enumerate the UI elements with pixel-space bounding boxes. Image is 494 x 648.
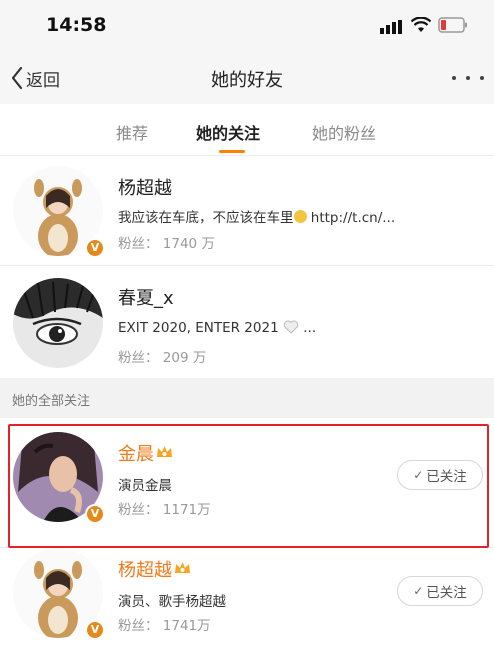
followed-label: 已关注 (426, 469, 467, 485)
friend-row[interactable]: 春夏_x EXIT 2020, ENTER 2021 ... 粉丝： 209 万 (0, 266, 494, 378)
emoji-icon (293, 210, 307, 223)
screen: 14:58 返回 她的好友 推荐 她的关注 她的粉丝 V 杨超越 我应该在车底，… (0, 0, 494, 648)
user-name[interactable]: 杨超越 (118, 556, 191, 582)
check-icon: ✓ (413, 468, 424, 482)
user-description: 演员、歌手杨超越 (118, 594, 226, 610)
following-row[interactable]: V 杨超越 演员、歌手杨超越 粉丝： 1741万 ✓ 已关注 (0, 548, 494, 648)
tab-recommended[interactable]: 推荐 (116, 120, 148, 144)
section-label: 她的全部关注 (12, 394, 91, 409)
user-name[interactable]: 杨超越 (118, 174, 172, 200)
active-tab-indicator (219, 150, 245, 153)
nav-bar: 返回 她的好友 (0, 52, 494, 104)
vip-crown-icon (157, 446, 172, 457)
status-time: 14:58 (46, 14, 107, 36)
friend-row[interactable]: V 杨超越 我应该在车底，不应该在车里 http://t.cn/... 粉丝： … (0, 156, 494, 266)
avatar[interactable]: V (13, 166, 105, 258)
user-description: 我应该在车底，不应该在车里 http://t.cn/... (118, 210, 396, 226)
section-header: 她的全部关注 (0, 378, 494, 418)
user-name[interactable]: 金晨 (118, 440, 173, 466)
followed-button[interactable]: ✓ 已关注 (397, 576, 483, 606)
wifi-icon (411, 17, 431, 32)
followed-button[interactable]: ✓ 已关注 (397, 460, 483, 490)
signal-icon (380, 20, 402, 34)
status-bar: 14:58 (0, 0, 494, 52)
fans-count: 粉丝： 1740 万 (118, 236, 215, 252)
check-icon: ✓ (413, 584, 424, 598)
tab-her-fans[interactable]: 她的粉丝 (312, 120, 376, 144)
user-description: 演员金晨 (118, 478, 172, 494)
avatar[interactable]: V (13, 432, 105, 524)
page-title: 她的好友 (211, 70, 283, 91)
battery-icon (438, 17, 467, 33)
user-description: EXIT 2020, ENTER 2021 ... (118, 320, 317, 336)
fans-count: 粉丝： 1171万 (118, 502, 211, 518)
avatar[interactable]: V (13, 548, 105, 640)
white-heart-icon (283, 320, 299, 334)
verified-v-icon: V (85, 620, 105, 640)
vip-crown-icon (175, 562, 190, 573)
following-row[interactable]: V 金晨 演员金晨 粉丝： 1171万 ✓ 已关注 (0, 418, 494, 548)
tab-her-following[interactable]: 她的关注 (196, 120, 260, 144)
avatar[interactable] (13, 278, 103, 368)
tab-bar: 推荐 她的关注 她的粉丝 (0, 104, 494, 156)
user-name[interactable]: 春夏_x (118, 284, 174, 310)
followed-label: 已关注 (426, 585, 467, 601)
fans-count: 粉丝： 209 万 (118, 350, 207, 366)
verified-v-icon: V (85, 238, 105, 258)
fans-count: 粉丝： 1741万 (118, 618, 211, 634)
verified-v-icon: V (85, 504, 105, 524)
more-dots-icon[interactable] (452, 74, 484, 82)
